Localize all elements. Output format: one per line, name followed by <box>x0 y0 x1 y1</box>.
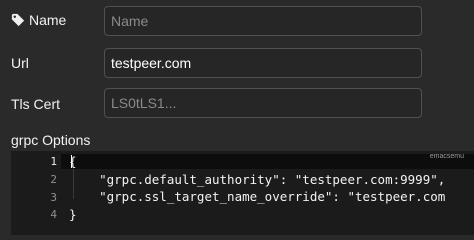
line-number: 4 <box>50 208 57 221</box>
text-cursor <box>71 155 72 168</box>
line-number: 3 <box>50 191 57 204</box>
code-line[interactable]: "grpc.ssl_target_name_override": "testpe… <box>69 189 445 204</box>
code-line[interactable]: } <box>69 207 77 222</box>
code-line[interactable]: "grpc.default_authority": "testpeer.com:… <box>69 172 445 187</box>
name-input[interactable] <box>104 6 422 36</box>
line-number: 1 <box>50 155 57 168</box>
active-line-highlight <box>61 154 474 169</box>
line-number: 2 <box>50 173 57 186</box>
grpc-options-label-text: grpc Options <box>11 132 91 148</box>
url-label-text: Url <box>11 55 29 71</box>
editor-mode-badge: emacsemu <box>429 153 464 160</box>
tls-cert-label-text: Tls Cert <box>11 96 60 112</box>
tls-cert-input[interactable] <box>104 88 422 118</box>
connection-form: Name Url Tls Cert grpc Options 1 2 3 4 {… <box>0 0 474 235</box>
grpc-options-editor[interactable]: 1 2 3 4 { "grpc.default_authority": "tes… <box>11 151 474 235</box>
name-label: Name <box>11 12 66 28</box>
editor-gutter: 1 2 3 4 <box>11 151 61 235</box>
tag-icon <box>11 13 25 27</box>
url-label: Url <box>11 55 29 71</box>
tls-cert-label: Tls Cert <box>11 96 60 112</box>
url-input[interactable] <box>104 48 422 78</box>
editor-code-area[interactable]: { "grpc.default_authority": "testpeer.co… <box>61 151 474 235</box>
grpc-options-label: grpc Options <box>11 132 90 148</box>
name-label-text: Name <box>29 12 67 28</box>
